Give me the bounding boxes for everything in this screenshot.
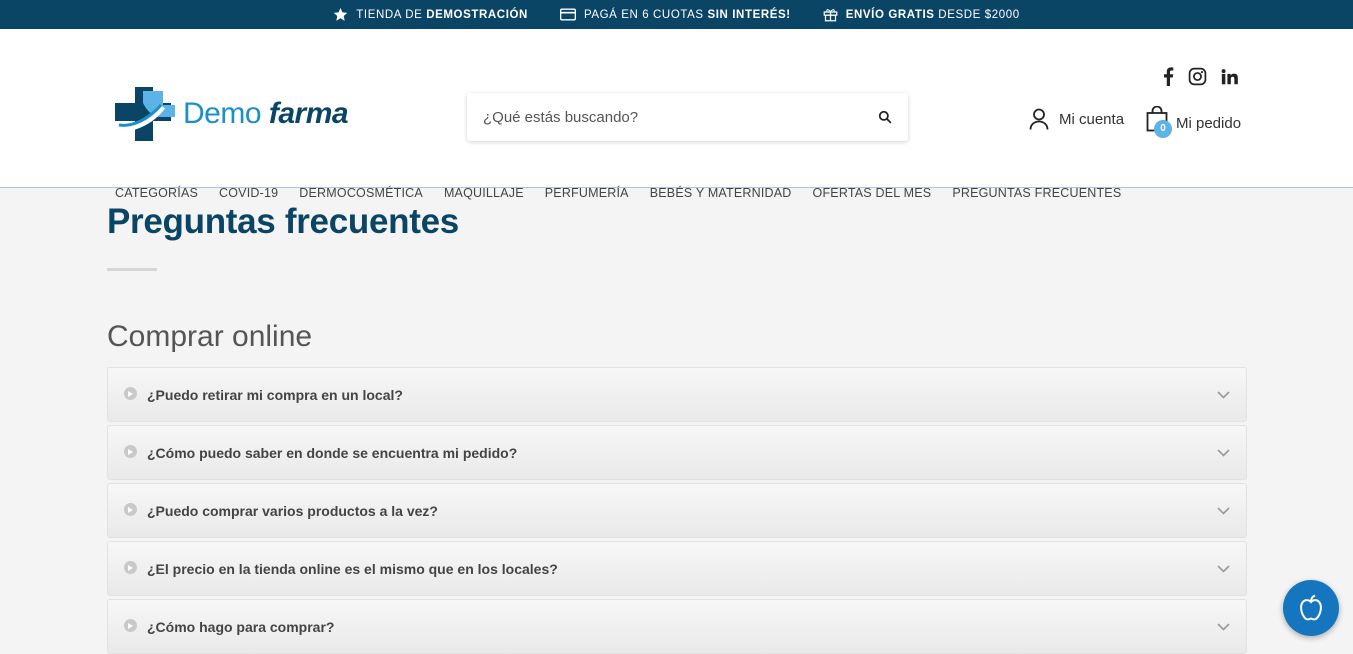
arrow-circle-icon xyxy=(124,387,137,400)
search-icon[interactable] xyxy=(878,110,892,124)
user-icon xyxy=(1029,108,1049,130)
faq-question: ¿Cómo puedo saber en donde se encuentra … xyxy=(147,444,518,461)
search-box xyxy=(467,93,908,141)
search-input[interactable] xyxy=(483,108,878,126)
linkedin-icon[interactable] xyxy=(1221,68,1238,90)
faq-question: ¿Cómo hago para comprar? xyxy=(147,618,335,635)
page-title: Preguntas frecuentes xyxy=(107,202,459,241)
pharmacy-cross-logo-icon xyxy=(115,87,175,141)
apple-fab-button[interactable] xyxy=(1283,580,1339,636)
arrow-circle-icon xyxy=(124,445,137,458)
faq-item[interactable]: ¿Cómo hago para comprar? xyxy=(107,599,1247,654)
promo-installments: PAGÁ EN 6 CUOTAS SIN INTERÉS! xyxy=(559,8,791,21)
faq-item[interactable]: ¿Cómo puedo saber en donde se encuentra … xyxy=(107,425,1247,480)
faq-list: ¿Puedo retirar mi compra en un local? ¿C… xyxy=(107,367,1247,654)
my-account-label: Mi cuenta xyxy=(1059,110,1125,128)
section-title: Comprar online xyxy=(107,320,313,353)
apple-icon xyxy=(1300,594,1322,621)
my-account-link[interactable]: Mi cuenta xyxy=(1029,108,1124,130)
instagram-icon[interactable] xyxy=(1188,67,1207,91)
main-content: Preguntas frecuentes Comprar online ¿Pue… xyxy=(107,190,1247,654)
chevron-down-icon xyxy=(1217,390,1230,399)
cart-label: Mi pedido xyxy=(1176,115,1242,132)
star-icon xyxy=(334,7,348,21)
shopping-bag-icon: 0 xyxy=(1146,105,1172,138)
arrow-circle-icon xyxy=(124,561,137,574)
chevron-down-icon xyxy=(1217,448,1230,457)
cart-count-badge: 0 xyxy=(1154,119,1172,138)
facebook-icon[interactable] xyxy=(1163,67,1174,91)
site-header: Demo farma Mi cuenta 0 Mi pedido CATEGOR… xyxy=(0,29,1353,200)
faq-question: ¿Puedo comprar varios productos a la vez… xyxy=(147,502,438,519)
site-logo[interactable]: Demo farma xyxy=(113,85,349,143)
chevron-down-icon xyxy=(1217,506,1230,515)
gift-icon xyxy=(823,9,838,22)
faq-item[interactable]: ¿El precio en la tienda online es el mis… xyxy=(107,541,1247,596)
faq-question: ¿Puedo retirar mi compra en un local? xyxy=(147,386,403,403)
social-links xyxy=(1163,67,1238,91)
promo-bar: TIENDA DE DEMOSTRACIÓN PAGÁ EN 6 CUOTAS … xyxy=(0,0,1353,29)
faq-question: ¿El precio en la tienda online es el mis… xyxy=(147,560,558,577)
credit-card-icon xyxy=(559,8,576,21)
cart-link[interactable]: 0 Mi pedido xyxy=(1146,105,1242,138)
arrow-circle-icon xyxy=(124,619,137,632)
promo-demo-store: TIENDA DE DEMOSTRACIÓN xyxy=(333,7,528,22)
faq-item[interactable]: ¿Puedo retirar mi compra en un local? xyxy=(107,367,1247,422)
promo-free-shipping: ENVÍO GRATIS DESDE $2000 xyxy=(823,7,1020,22)
chevron-down-icon xyxy=(1217,564,1230,573)
faq-item[interactable]: ¿Puedo comprar varios productos a la vez… xyxy=(107,483,1247,538)
title-divider xyxy=(107,268,157,271)
arrow-circle-icon xyxy=(124,503,137,516)
chevron-down-icon xyxy=(1217,622,1230,631)
